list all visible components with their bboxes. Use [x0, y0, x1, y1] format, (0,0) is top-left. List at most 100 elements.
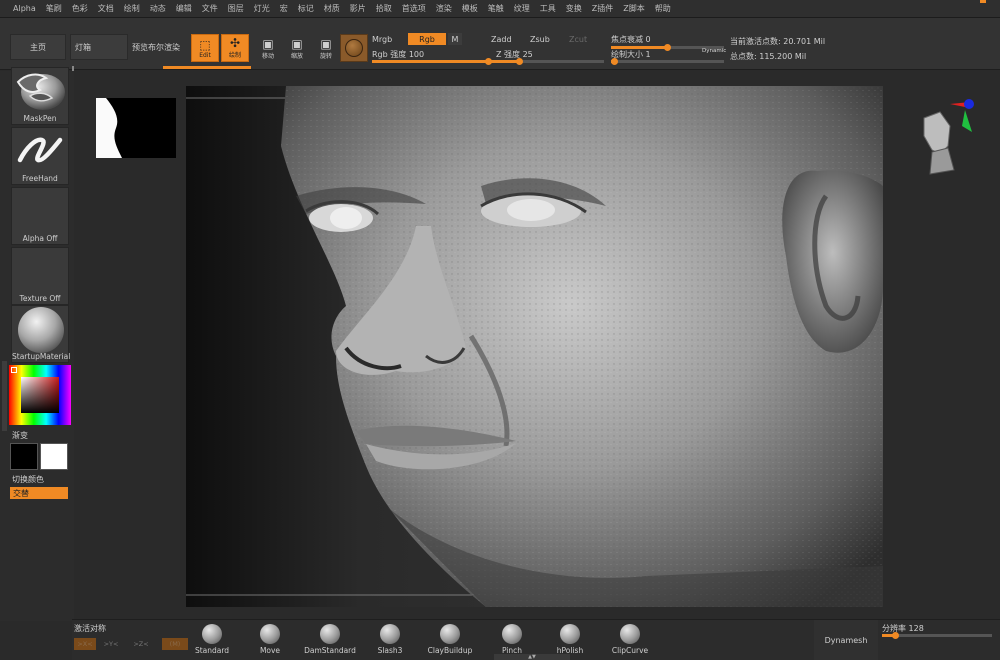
- navigator-thumbnail[interactable]: [96, 98, 176, 158]
- secondary-color-swatch[interactable]: [40, 443, 68, 470]
- menu-item-23[interactable]: Z脚本: [618, 3, 649, 14]
- brush-clipcurve[interactable]: ClipCurve: [602, 622, 658, 656]
- rgb-button[interactable]: Rgb: [408, 33, 446, 45]
- menu-item-0[interactable]: Alpha: [8, 4, 41, 13]
- left-tray-grip[interactable]: [2, 361, 7, 431]
- menu-item-24[interactable]: 帮助: [650, 3, 676, 14]
- texture-slot[interactable]: Texture Off: [11, 247, 69, 305]
- menu-item-1[interactable]: 笔刷: [41, 3, 67, 14]
- zadd-button[interactable]: Zadd: [491, 35, 512, 44]
- alpha-slot[interactable]: Alpha Off: [11, 187, 69, 245]
- orientation-gizmo[interactable]: [910, 96, 982, 180]
- gradient-label[interactable]: 渐变: [12, 430, 28, 441]
- m-button[interactable]: M: [448, 33, 462, 45]
- gizmo-head-icon: [923, 99, 974, 175]
- menu-item-15[interactable]: 首选项: [397, 3, 431, 14]
- mrgb-button[interactable]: Mrgb: [372, 35, 392, 44]
- menu-item-14[interactable]: 拾取: [371, 3, 397, 14]
- material-slot-label: StartupMaterial: [12, 352, 71, 361]
- color-picker-square[interactable]: [21, 377, 59, 413]
- dynamesh-button[interactable]: Dynamesh: [814, 620, 878, 660]
- brush-standard[interactable]: Standard: [184, 622, 240, 656]
- menu-item-19[interactable]: 纹理: [509, 3, 535, 14]
- menu-item-20[interactable]: 工具: [535, 3, 561, 14]
- brush-slash3[interactable]: Slash3: [362, 622, 418, 656]
- menu-item-21[interactable]: 变换: [561, 3, 587, 14]
- menu-item-22[interactable]: Z插件: [587, 3, 618, 14]
- focal-shift-label: 焦点衰减 0: [611, 35, 651, 44]
- menu-item-13[interactable]: 影片: [345, 3, 371, 14]
- main-color-swatch[interactable]: [10, 443, 38, 470]
- brush-damstandard[interactable]: DamStandard: [302, 622, 358, 656]
- toolbar-accent-line: [163, 66, 251, 69]
- menu-item-4[interactable]: 绘制: [119, 3, 145, 14]
- menu-item-7[interactable]: 文件: [197, 3, 223, 14]
- color-picker-marker: [11, 367, 17, 373]
- brush-hpolish-icon: [560, 624, 580, 644]
- rotate-button[interactable]: ▣ 旋转: [312, 34, 340, 62]
- canvas-viewport[interactable]: [186, 86, 883, 607]
- menu-item-18[interactable]: 笔触: [483, 3, 509, 14]
- material-swatch-button[interactable]: [340, 34, 368, 62]
- draw-size-slider[interactable]: [611, 58, 724, 65]
- zcut-button[interactable]: Zcut: [569, 35, 587, 44]
- menu-item-12[interactable]: 材质: [319, 3, 345, 14]
- alternate-button[interactable]: 交替: [10, 487, 68, 499]
- focal-shift-knob[interactable]: [664, 44, 671, 51]
- brush-clipcurve-icon: [620, 624, 640, 644]
- bottom-shelf: 激活对称 >X< >Y< >Z< (M) Standard Move DamStan…: [72, 619, 1000, 660]
- focal-shift-value: 0: [645, 35, 651, 44]
- material-slot[interactable]: StartupMaterial: [11, 305, 71, 363]
- symmetry-y-button[interactable]: >Y<: [100, 638, 122, 650]
- bpr-button[interactable]: 预览布尔渲染: [132, 42, 180, 53]
- draw-button[interactable]: ✣ 绘制: [221, 34, 249, 62]
- switch-color-button[interactable]: 切换颜色: [12, 474, 44, 485]
- rgb-intensity-slider[interactable]: [372, 58, 492, 65]
- menu-item-5[interactable]: 动态: [145, 3, 171, 14]
- menu-item-17[interactable]: 模板: [457, 3, 483, 14]
- brush-pinch-icon: [502, 624, 522, 644]
- active-points-readout: 当前激活点数: 20.701 Mil: [730, 37, 826, 46]
- resolution-slider[interactable]: [882, 632, 992, 639]
- menu-item-11[interactable]: 标记: [293, 3, 319, 14]
- shelf-scroll-handle[interactable]: ▲▼: [494, 654, 570, 660]
- brush-label: Slash3: [377, 646, 403, 655]
- brush-pinch[interactable]: Pinch: [484, 622, 540, 656]
- home-button[interactable]: 主页: [10, 34, 66, 60]
- zsub-button[interactable]: Zsub: [530, 35, 550, 44]
- stroke-slot[interactable]: FreeHand: [11, 127, 69, 185]
- symmetry-z-button[interactable]: >Z<: [130, 638, 152, 650]
- edit-label: Edit: [199, 52, 211, 59]
- symmetry-x-button[interactable]: >X<: [74, 638, 96, 650]
- z-intensity-slider[interactable]: [491, 58, 604, 65]
- texture-slot-label: Texture Off: [19, 294, 61, 303]
- move-icon: ▣: [262, 37, 274, 51]
- menu-item-9[interactable]: 灯光: [249, 3, 275, 14]
- brush-hpolish[interactable]: hPolish: [542, 622, 598, 656]
- resolution-label: 分辨率 128: [882, 624, 924, 633]
- head-silhouette-thumbnail: [106, 98, 176, 158]
- resolution-knob[interactable]: [891, 632, 899, 639]
- rgb-intensity-label: Rgb 强度 100: [372, 50, 425, 59]
- edit-button[interactable]: ⬚ Edit: [191, 34, 219, 62]
- menu-item-6[interactable]: 编辑: [171, 3, 197, 14]
- move-button[interactable]: ▣ 移动: [254, 34, 282, 62]
- lightbox-button[interactable]: 灯箱: [70, 34, 128, 60]
- color-picker-hue-ring[interactable]: [9, 365, 71, 425]
- brush-claybuildup-icon: [440, 624, 460, 644]
- brush-label: Standard: [194, 646, 230, 655]
- draw-size-knob[interactable]: [611, 58, 618, 65]
- menu-item-16[interactable]: 渲染: [431, 3, 457, 14]
- material-sphere-icon: [345, 39, 363, 57]
- brush-claybuildup[interactable]: ClayBuildup: [422, 622, 478, 656]
- menu-item-2[interactable]: 色彩: [67, 3, 93, 14]
- brush-move[interactable]: Move: [242, 622, 298, 656]
- menu-accent: [980, 0, 986, 3]
- scale-button[interactable]: ▣ 缩放: [283, 34, 311, 62]
- menu-item-3[interactable]: 文档: [93, 3, 119, 14]
- dynamic-toggle[interactable]: Dynamic: [702, 48, 726, 54]
- menu-item-8[interactable]: 图层: [223, 3, 249, 14]
- menu-item-10[interactable]: 宏: [275, 3, 293, 14]
- brush-slot[interactable]: MaskPen: [11, 67, 69, 125]
- z-intensity-knob[interactable]: [515, 58, 523, 65]
